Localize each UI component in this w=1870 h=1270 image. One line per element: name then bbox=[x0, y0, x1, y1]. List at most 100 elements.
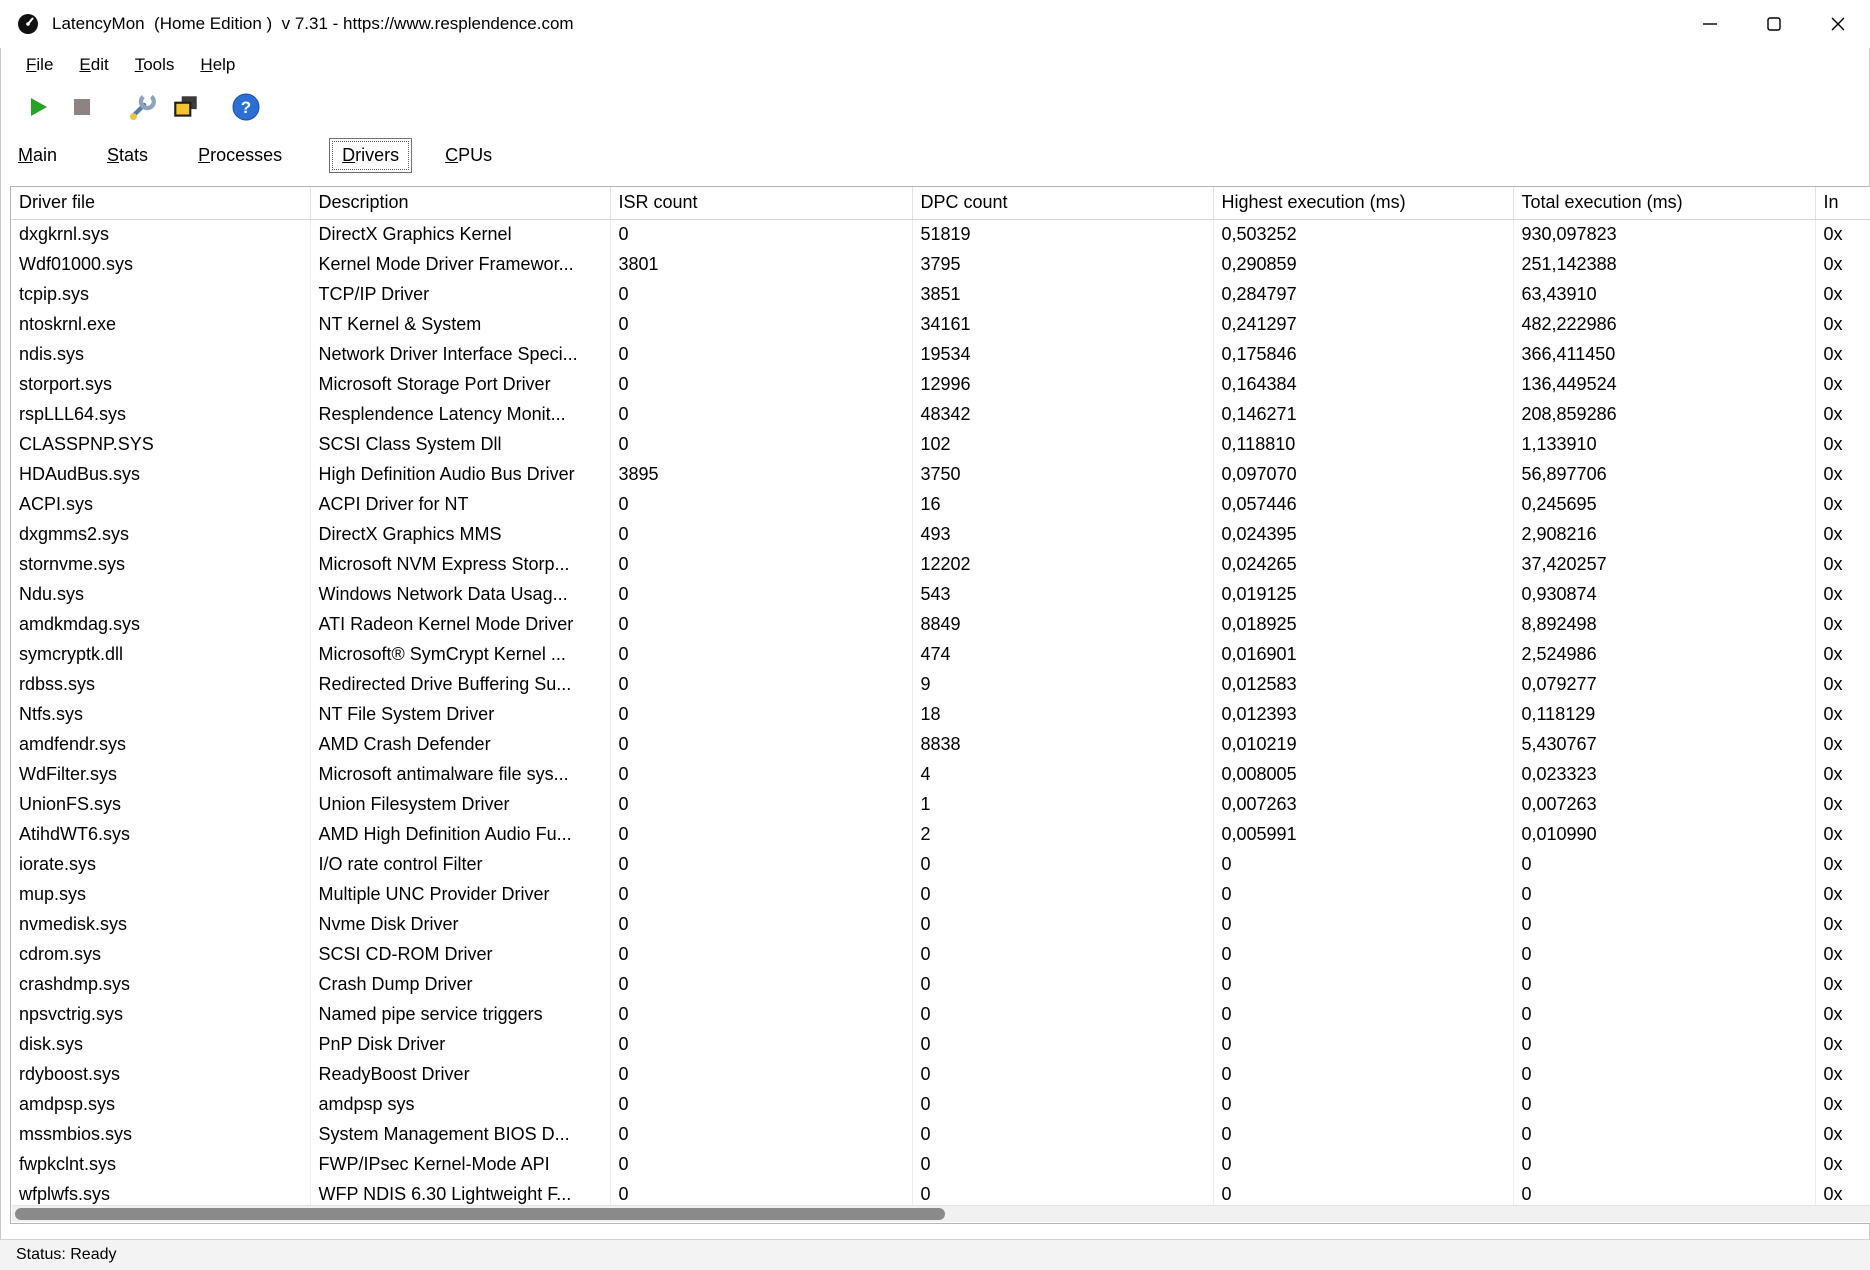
report-button[interactable] bbox=[164, 85, 208, 129]
table-row[interactable]: CLASSPNP.SYS SCSI Class System Dll 0 102… bbox=[11, 429, 1870, 459]
table-row[interactable]: dxgkrnl.sys DirectX Graphics Kernel 0 51… bbox=[11, 219, 1870, 249]
menu-file-rest: ile bbox=[36, 55, 54, 74]
table-row[interactable]: ntoskrnl.exe NT Kernel & System 0 34161 … bbox=[11, 309, 1870, 339]
table-row[interactable]: rdbss.sys Redirected Drive Buffering Su.… bbox=[11, 669, 1870, 699]
column-header-total-execution[interactable]: Total execution (ms) bbox=[1513, 187, 1816, 220]
column-header-description[interactable]: Description bbox=[310, 187, 611, 220]
table-row[interactable]: disk.sys PnP Disk Driver 0 0 0 0 0x bbox=[11, 1029, 1870, 1059]
cell-clipped: 0x bbox=[1815, 1119, 1870, 1149]
tab-stats[interactable]: Stats bbox=[104, 138, 151, 173]
table-row[interactable]: fwpkclnt.sys FWP/IPsec Kernel-Mode API 0… bbox=[11, 1149, 1870, 1179]
cell-dpc-count: 474 bbox=[912, 639, 1214, 669]
table-row[interactable]: rspLLL64.sys Resplendence Latency Monit.… bbox=[11, 399, 1870, 429]
table-row[interactable]: Ndu.sys Windows Network Data Usag... 0 5… bbox=[11, 579, 1870, 609]
start-monitoring-button[interactable] bbox=[16, 85, 60, 129]
table-row[interactable]: dxgmms2.sys DirectX Graphics MMS 0 493 0… bbox=[11, 519, 1870, 549]
tab-cpus[interactable]: CPUs bbox=[442, 138, 495, 173]
table-row[interactable]: HDAudBus.sys High Definition Audio Bus D… bbox=[11, 459, 1870, 489]
table-row[interactable]: nvmedisk.sys Nvme Disk Driver 0 0 0 0 0x bbox=[11, 909, 1870, 939]
cell-highest-execution: 0 bbox=[1213, 1119, 1514, 1149]
table-row[interactable]: WdFilter.sys Microsoft antimalware file … bbox=[11, 759, 1870, 789]
column-header-isr-count[interactable]: ISR count bbox=[610, 187, 913, 220]
cell-highest-execution: 0,175846 bbox=[1213, 339, 1514, 369]
cell-isr-count: 0 bbox=[610, 879, 913, 909]
tab-processes-rest: rocesses bbox=[210, 144, 283, 165]
menu-edit-rest: dit bbox=[90, 55, 109, 74]
tab-main-accel: M bbox=[18, 144, 33, 165]
table-row[interactable]: crashdmp.sys Crash Dump Driver 0 0 0 0 0… bbox=[11, 969, 1870, 999]
cell-highest-execution: 0 bbox=[1213, 939, 1514, 969]
cell-dpc-count: 102 bbox=[912, 429, 1214, 459]
cell-total-execution: 37,420257 bbox=[1513, 549, 1816, 579]
tab-processes[interactable]: Processes bbox=[195, 138, 285, 173]
title-bar[interactable]: LatencyMon (Home Edition ) v 7.31 - http… bbox=[0, 0, 1870, 48]
menu-edit-accel: E bbox=[79, 55, 91, 74]
menu-tools[interactable]: Tools bbox=[125, 51, 185, 79]
column-header-highest-execution[interactable]: Highest execution (ms) bbox=[1213, 187, 1514, 220]
cell-dpc-count: 16 bbox=[912, 489, 1214, 519]
cell-description: High Definition Audio Bus Driver bbox=[310, 459, 611, 489]
cell-description: Windows Network Data Usag... bbox=[310, 579, 611, 609]
table-row[interactable]: AtihdWT6.sys AMD High Definition Audio F… bbox=[11, 819, 1870, 849]
cell-driver-file: cdrom.sys bbox=[11, 939, 311, 969]
column-header-driver-file[interactable]: Driver file bbox=[11, 187, 311, 220]
cell-description: Nvme Disk Driver bbox=[310, 909, 611, 939]
cell-description: Microsoft NVM Express Storp... bbox=[310, 549, 611, 579]
table-row[interactable]: storport.sys Microsoft Storage Port Driv… bbox=[11, 369, 1870, 399]
table-row[interactable]: Ntfs.sys NT File System Driver 0 18 0,01… bbox=[11, 699, 1870, 729]
menu-edit[interactable]: Edit bbox=[69, 51, 118, 79]
cell-highest-execution: 0,146271 bbox=[1213, 399, 1514, 429]
table-row[interactable]: ndis.sys Network Driver Interface Speci.… bbox=[11, 339, 1870, 369]
horizontal-scrollbar[interactable] bbox=[12, 1205, 1870, 1222]
table-row[interactable]: tcpip.sys TCP/IP Driver 0 3851 0,284797 … bbox=[11, 279, 1870, 309]
table-row[interactable]: amdfendr.sys AMD Crash Defender 0 8838 0… bbox=[11, 729, 1870, 759]
table-row[interactable]: npsvctrig.sys Named pipe service trigger… bbox=[11, 999, 1870, 1029]
cell-description: Resplendence Latency Monit... bbox=[310, 399, 611, 429]
menu-file-accel: F bbox=[26, 55, 37, 74]
cell-driver-file: crashdmp.sys bbox=[11, 969, 311, 999]
help-button[interactable]: ? bbox=[224, 85, 268, 129]
cell-isr-count: 0 bbox=[610, 429, 913, 459]
toolbar: ? bbox=[0, 82, 1870, 132]
table-row[interactable]: stornvme.sys Microsoft NVM Express Storp… bbox=[11, 549, 1870, 579]
table-row[interactable]: iorate.sys I/O rate control Filter 0 0 0… bbox=[11, 849, 1870, 879]
cell-clipped: 0x bbox=[1815, 699, 1870, 729]
cell-isr-count: 0 bbox=[610, 759, 913, 789]
table-row[interactable]: mup.sys Multiple UNC Provider Driver 0 0… bbox=[11, 879, 1870, 909]
cell-highest-execution: 0,007263 bbox=[1213, 789, 1514, 819]
window-title: LatencyMon (Home Edition ) v 7.31 - http… bbox=[52, 14, 574, 33]
cell-isr-count: 0 bbox=[610, 699, 913, 729]
table-row[interactable]: amdkmdag.sys ATI Radeon Kernel Mode Driv… bbox=[11, 609, 1870, 639]
options-button[interactable] bbox=[120, 85, 164, 129]
tab-drivers[interactable]: Drivers bbox=[329, 137, 413, 173]
table-row[interactable]: cdrom.sys SCSI CD-ROM Driver 0 0 0 0 0x bbox=[11, 939, 1870, 969]
table-row[interactable]: mssmbios.sys System Management BIOS D...… bbox=[11, 1119, 1870, 1149]
menu-file[interactable]: File bbox=[16, 51, 63, 79]
table-row[interactable]: UnionFS.sys Union Filesystem Driver 0 1 … bbox=[11, 789, 1870, 819]
column-header-clipped[interactable]: In bbox=[1815, 187, 1870, 220]
horizontal-scrollbar-thumb[interactable] bbox=[15, 1208, 945, 1220]
stop-monitoring-button[interactable] bbox=[60, 85, 104, 129]
table-row[interactable]: amdpsp.sys amdpsp sys 0 0 0 0 0x bbox=[11, 1089, 1870, 1119]
tab-drivers-rest: rivers bbox=[355, 144, 400, 165]
cell-driver-file: dxgkrnl.sys bbox=[11, 219, 311, 249]
cell-description: SCSI Class System Dll bbox=[310, 429, 611, 459]
cell-clipped: 0x bbox=[1815, 1149, 1870, 1179]
table-row[interactable]: Wdf01000.sys Kernel Mode Driver Framewor… bbox=[11, 249, 1870, 279]
minimize-button[interactable] bbox=[1678, 0, 1742, 48]
cell-highest-execution: 0,024395 bbox=[1213, 519, 1514, 549]
menu-help[interactable]: Help bbox=[190, 51, 245, 79]
table-row[interactable]: rdyboost.sys ReadyBoost Driver 0 0 0 0 0… bbox=[11, 1059, 1870, 1089]
cell-driver-file: disk.sys bbox=[11, 1029, 311, 1059]
cell-clipped: 0x bbox=[1815, 759, 1870, 789]
tab-main[interactable]: Main bbox=[15, 138, 60, 173]
stop-icon bbox=[74, 99, 90, 115]
column-header-dpc-count[interactable]: DPC count bbox=[912, 187, 1214, 220]
close-button[interactable] bbox=[1806, 0, 1870, 48]
maximize-button[interactable] bbox=[1742, 0, 1806, 48]
cell-total-execution: 1,133910 bbox=[1513, 429, 1816, 459]
table-row[interactable]: ACPI.sys ACPI Driver for NT 0 16 0,05744… bbox=[11, 489, 1870, 519]
cell-highest-execution: 0,118810 bbox=[1213, 429, 1514, 459]
table-row[interactable]: symcryptk.dll Microsoft® SymCrypt Kernel… bbox=[11, 639, 1870, 669]
cell-total-execution: 0,118129 bbox=[1513, 699, 1816, 729]
